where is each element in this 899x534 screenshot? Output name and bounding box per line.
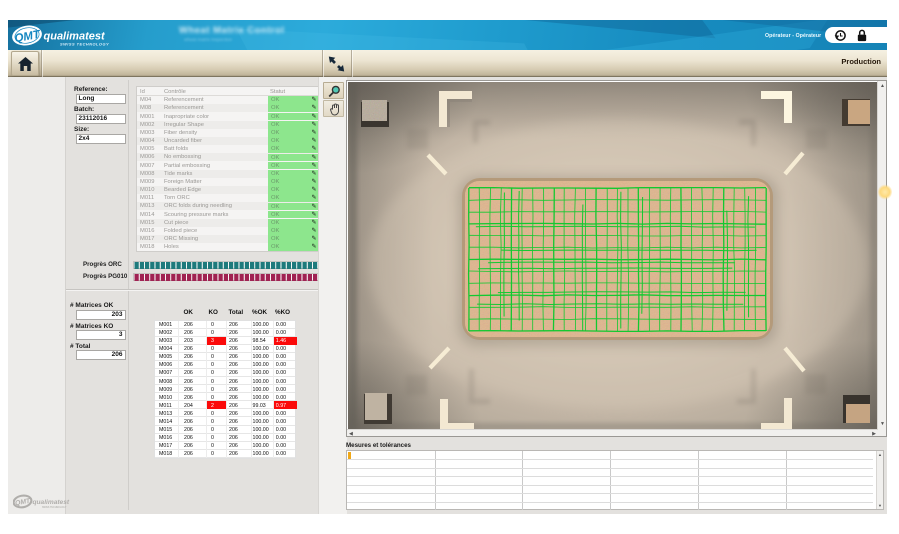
svg-text:qualimatest: qualimatest [33,499,70,506]
svg-text:SWISS TECHNOLOGY: SWISS TECHNOLOGY [60,42,109,47]
svg-text:SWISS TECHNOLOGY: SWISS TECHNOLOGY [42,507,67,509]
